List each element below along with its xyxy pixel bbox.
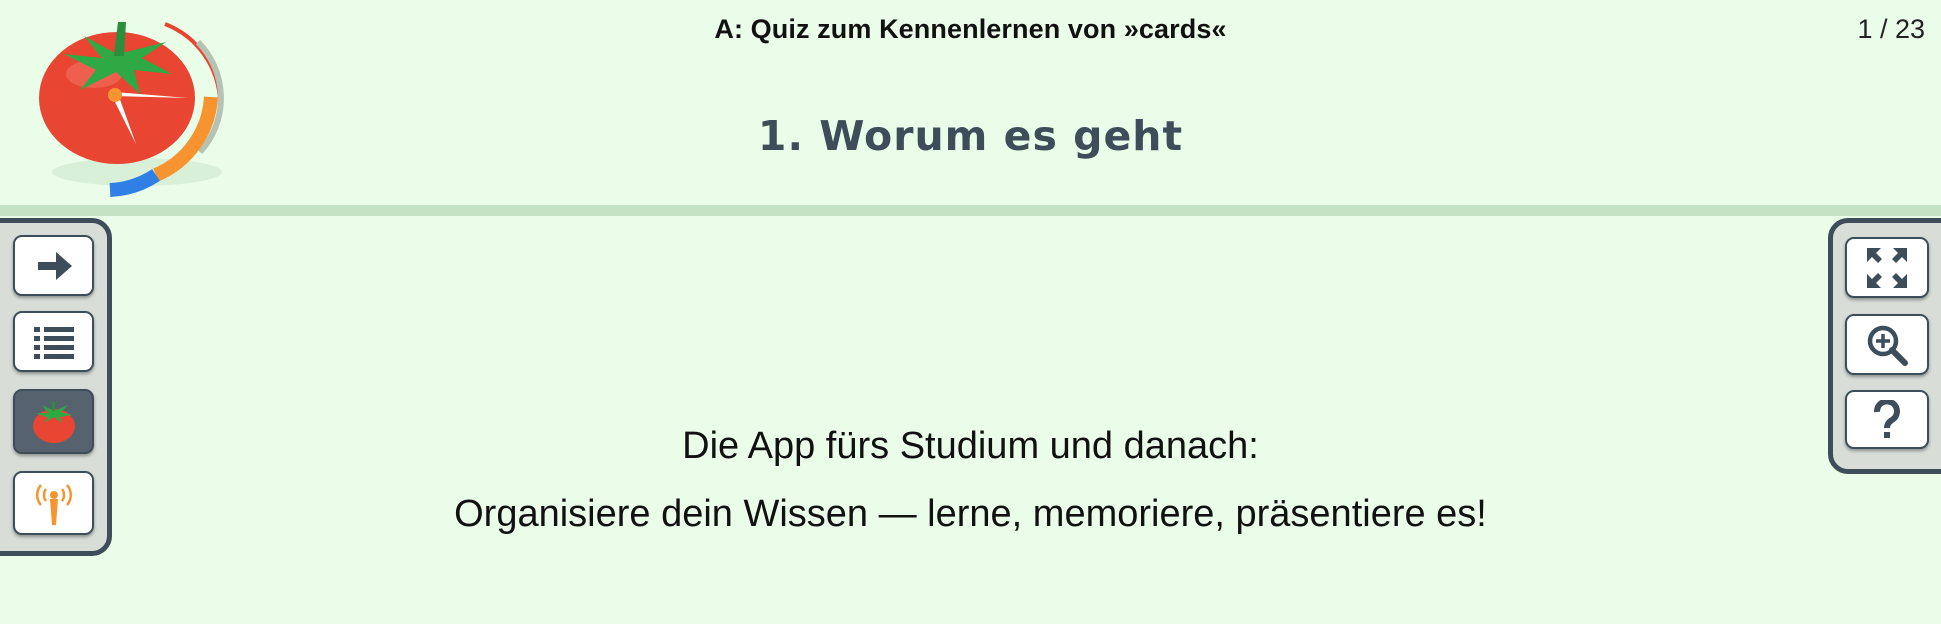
expand-icon	[1867, 247, 1907, 288]
content-line-2: Organisiere dein Wissen — lerne, memorie…	[454, 493, 1487, 535]
slide-content: Die App fürs Studium und danach: Organis…	[0, 412, 1941, 548]
zoom-button[interactable]	[1845, 314, 1929, 375]
page-counter: 1 / 23	[1857, 14, 1925, 44]
fullscreen-button[interactable]	[1845, 237, 1929, 298]
next-button[interactable]	[13, 235, 94, 296]
list-button[interactable]	[13, 311, 94, 372]
zoom-in-icon	[1867, 325, 1908, 366]
list-icon	[33, 326, 74, 359]
arrow-right-icon	[37, 251, 72, 280]
header-divider	[0, 205, 1941, 216]
slide-title: 1. Worum es geht	[757, 112, 1184, 160]
content-line-1: Die App fürs Studium und danach:	[682, 425, 1259, 467]
deck-title: A: Quiz zum Kennenlernen von »cards«	[714, 14, 1227, 44]
